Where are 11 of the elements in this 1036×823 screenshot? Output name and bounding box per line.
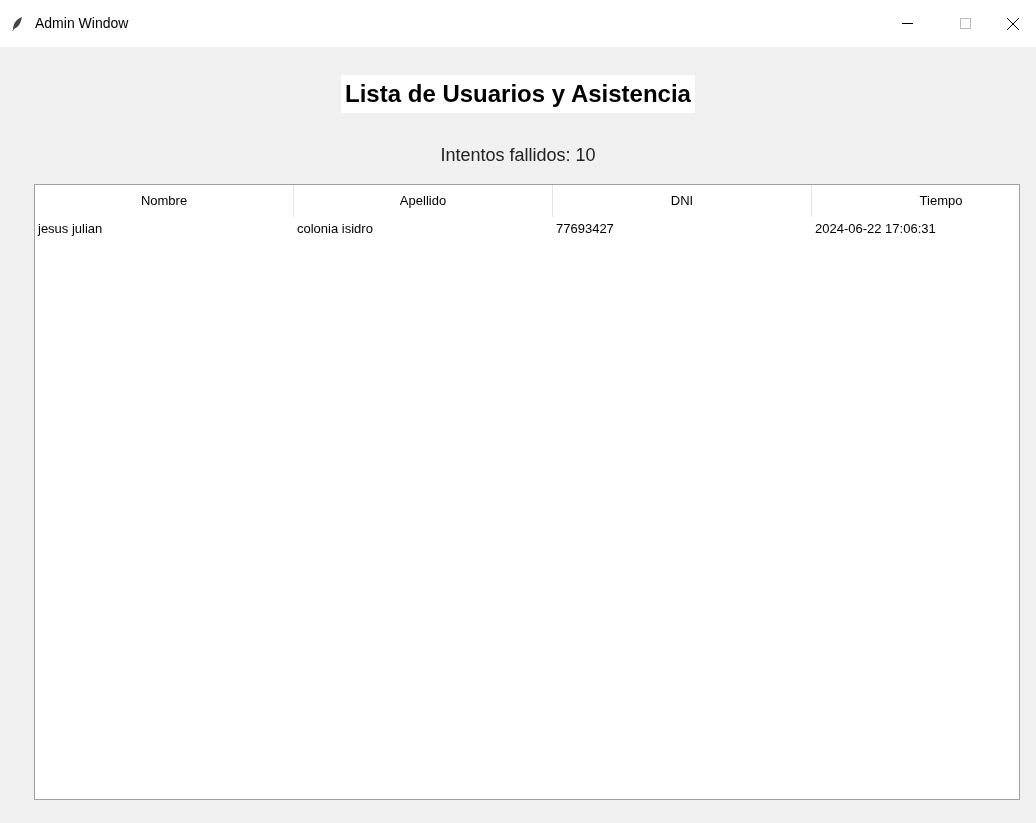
failed-attempts-label: Intentos fallidos: 10 bbox=[440, 144, 596, 167]
table-cell-text: 2024-06-22 17:06:31 bbox=[814, 220, 937, 239]
window-title: Admin Window bbox=[35, 14, 129, 33]
table-cell-text: jesus julian bbox=[36, 220, 104, 239]
close-icon bbox=[1007, 17, 1019, 30]
feather-icon bbox=[11, 15, 23, 32]
minimize-icon bbox=[901, 23, 913, 24]
maximize-icon bbox=[959, 18, 971, 29]
table-cell-text: colonia isidro bbox=[296, 220, 374, 239]
page-heading: Lista de Usuarios y Asistencia bbox=[341, 75, 695, 113]
table-cell-text: 77693427 bbox=[555, 220, 615, 239]
